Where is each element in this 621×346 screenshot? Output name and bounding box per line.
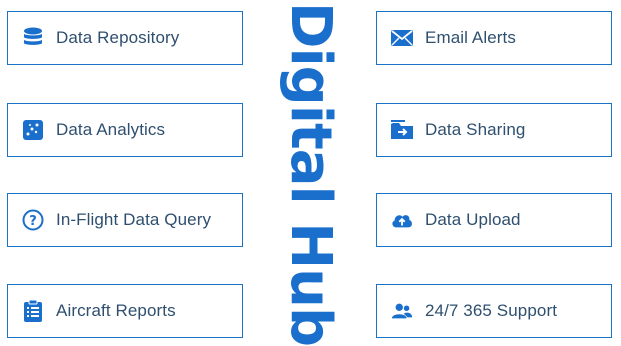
tile-label: 24/7 365 Support <box>425 301 558 320</box>
tile-label: In-Flight Data Query <box>56 210 212 229</box>
folder-share-icon <box>391 119 413 141</box>
tile-label: Aircraft Reports <box>56 301 176 320</box>
data-upload-button[interactable]: Data Upload <box>376 193 612 247</box>
tile-label: Data Analytics <box>56 120 166 139</box>
svg-text:?: ? <box>29 214 37 229</box>
data-analytics-button[interactable]: Data Analytics <box>7 103 243 157</box>
users-icon <box>391 300 413 322</box>
clipboard-list-icon <box>22 300 44 322</box>
analytics-icon <box>22 119 44 141</box>
in-flight-data-query-button[interactable]: ? In-Flight Data Query <box>7 193 243 247</box>
tile-label: Email Alerts <box>425 28 516 47</box>
email-alerts-button[interactable]: Email Alerts <box>376 11 612 65</box>
data-sharing-button[interactable]: Data Sharing <box>376 103 612 157</box>
aircraft-reports-button[interactable]: Aircraft Reports <box>7 284 243 338</box>
envelope-icon <box>391 27 413 49</box>
support-button[interactable]: 24/7 365 Support <box>376 284 612 338</box>
tile-label: Data Sharing <box>425 120 526 139</box>
tile-label: Data Repository <box>56 28 180 47</box>
database-icon <box>22 27 44 49</box>
tile-label: Data Upload <box>425 210 521 229</box>
page-title: Digital Hub <box>278 2 343 346</box>
data-repository-button[interactable]: Data Repository <box>7 11 243 65</box>
question-circle-icon: ? <box>22 209 44 231</box>
cloud-upload-icon <box>391 209 413 231</box>
